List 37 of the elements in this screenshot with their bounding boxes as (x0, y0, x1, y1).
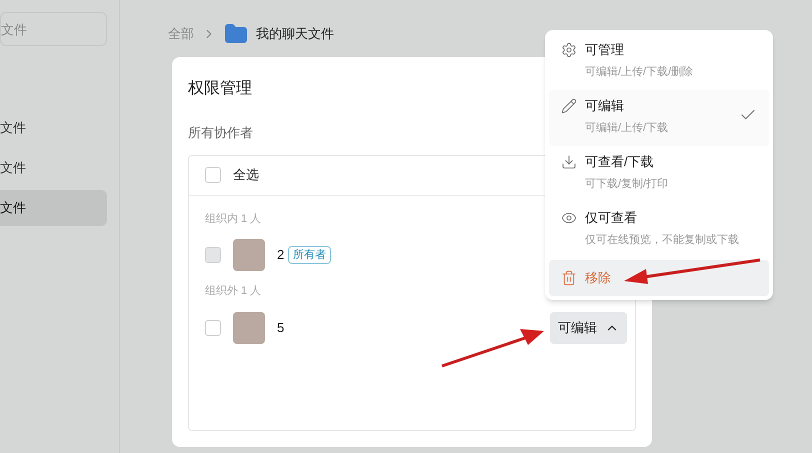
pencil-icon (561, 98, 577, 114)
menu-item-description: 可编辑/上传/下载 (585, 120, 668, 136)
owner-badge: 所有者 (288, 246, 332, 264)
menu-item-description: 可编辑/上传/下载/删除 (585, 64, 694, 80)
menu-item-label: 移除 (585, 269, 611, 288)
download-icon (561, 154, 577, 170)
settings-icon (561, 42, 577, 58)
menu-item-label: 可查看/下载 (585, 153, 655, 171)
sidebar-item[interactable]: 文件 (0, 110, 107, 146)
menu-item[interactable]: 仅可查看 仅可在线预览，不能复制或下载 (549, 202, 769, 258)
folder-icon (224, 22, 248, 46)
group-label: 组织外 1 人 (205, 284, 262, 299)
group-label: 组织内 1 人 (205, 212, 262, 226)
select-all-label: 全选 (233, 166, 259, 184)
menu-item[interactable]: 可管理 可编辑/上传/下载/删除 (549, 34, 769, 90)
eye-icon (561, 210, 577, 226)
search-field[interactable]: 文件 (0, 12, 107, 46)
member-name: 5 (277, 318, 284, 337)
menu-item-description: 可下载/复制/打印 (585, 176, 668, 192)
sidebar-item[interactable]: 文件 (0, 150, 107, 186)
menu-item-label: 可编辑 (585, 97, 625, 115)
avatar-photo-placeholder (233, 312, 265, 344)
checkbox[interactable] (205, 167, 221, 183)
member-name: 2 (277, 246, 284, 264)
breadcrumb-current: 我的聊天文件 (256, 25, 334, 44)
menu-item[interactable]: 可查看/下载 可下载/复制/打印 (549, 146, 769, 202)
menu-item-label: 仅可查看 (585, 209, 638, 227)
dialog-title: 权限管理 (188, 79, 252, 99)
trash-icon (561, 270, 577, 286)
menu-item[interactable]: 可编辑 可编辑/上传/下载 (549, 90, 769, 146)
menu-item-label: 可管理 (585, 41, 625, 59)
section-label: 所有协作者 (188, 124, 253, 142)
avatar-photo-placeholder (233, 239, 265, 271)
sidebar-item[interactable]: 文件 (0, 190, 107, 226)
checkbox[interactable] (205, 320, 221, 336)
menu-item-description: 仅可在线预览，不能复制或下载 (585, 232, 739, 248)
permission-dropdown[interactable]: 可编辑 (550, 312, 627, 344)
